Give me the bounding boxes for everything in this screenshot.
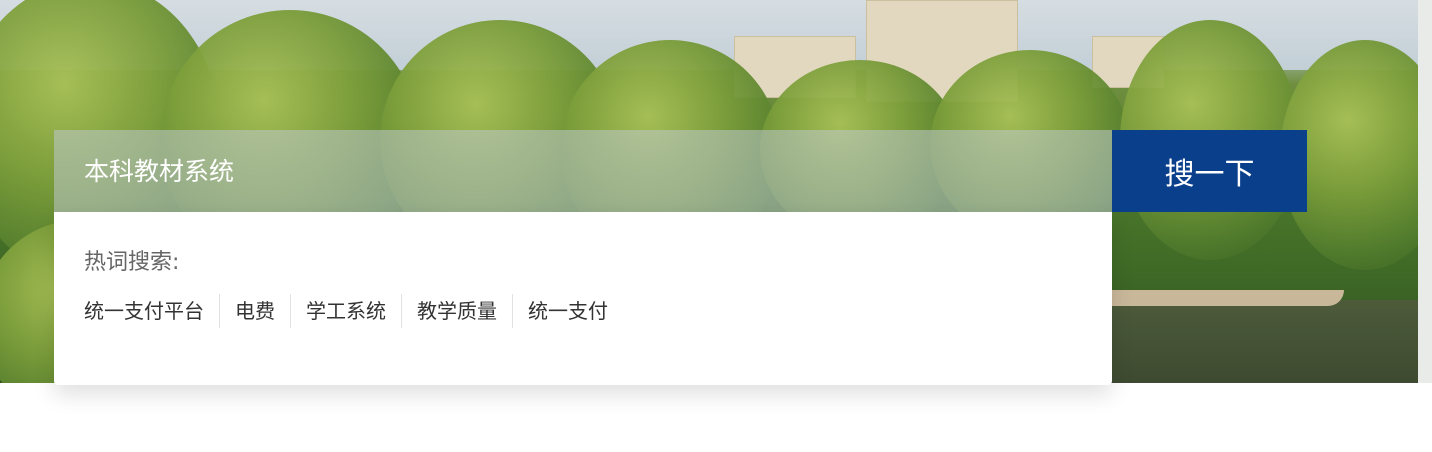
hot-word-link[interactable]: 教学质量	[401, 294, 512, 328]
hot-word-link[interactable]: 统一支付	[512, 294, 623, 328]
hot-words-panel: 热词搜索: 统一支付平台 电费 学工系统 教学质量 统一支付	[54, 212, 1112, 385]
search-bar	[54, 130, 1112, 212]
right-edge-strip	[1418, 0, 1432, 383]
search-button[interactable]: 搜一下	[1112, 130, 1307, 212]
hot-word-link[interactable]: 统一支付平台	[84, 294, 219, 328]
hot-word-link[interactable]: 学工系统	[290, 294, 401, 328]
hot-words-list: 统一支付平台 电费 学工系统 教学质量 统一支付	[84, 294, 1082, 328]
banner-pond	[1112, 300, 1418, 383]
banner-shore	[1112, 290, 1344, 306]
hot-word-link[interactable]: 电费	[219, 294, 290, 328]
hot-words-title: 热词搜索:	[84, 250, 180, 275]
search-input[interactable]	[84, 151, 1112, 191]
